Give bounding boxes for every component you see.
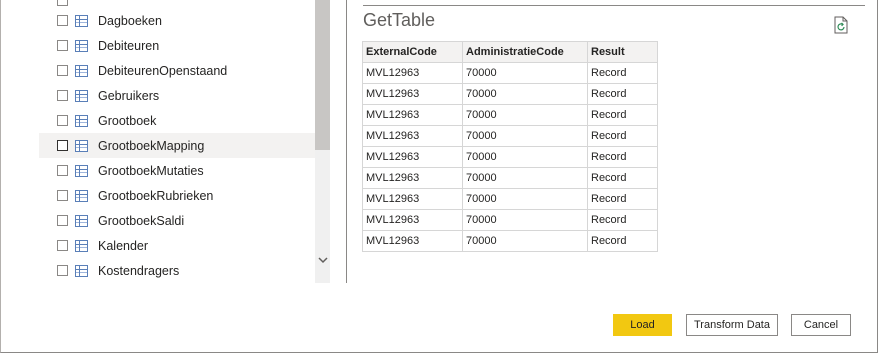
nav-item-debiteuren[interactable]: Debiteuren xyxy=(39,33,315,58)
table-icon xyxy=(75,139,88,152)
nav-item-gebruikers[interactable]: Gebruikers xyxy=(39,83,315,108)
table-row: MVL12963 70000 Record xyxy=(362,209,658,231)
table-cell: MVL12963 xyxy=(362,83,463,105)
table-row: MVL12963 70000 Record xyxy=(362,125,658,147)
table-icon xyxy=(75,14,88,27)
checkbox[interactable] xyxy=(57,265,68,276)
table-cell: 70000 xyxy=(462,146,588,168)
checkbox[interactable] xyxy=(57,140,68,151)
table-icon xyxy=(75,114,88,127)
table-icon xyxy=(75,89,88,102)
table-cell: MVL12963 xyxy=(362,188,463,210)
table-cell: Record xyxy=(587,188,658,210)
nav-item-grootboeksaldi[interactable]: GrootboekSaldi xyxy=(39,208,315,233)
table-cell: Record xyxy=(587,146,658,168)
checkbox[interactable] xyxy=(57,40,68,51)
preview-divider xyxy=(363,5,865,6)
table-cell: 70000 xyxy=(462,83,588,105)
scrollbar-thumb[interactable] xyxy=(315,0,330,150)
table-row: MVL12963 70000 Record xyxy=(362,104,658,126)
table-cell: 70000 xyxy=(462,125,588,147)
checkbox[interactable] xyxy=(57,65,68,76)
table-icon xyxy=(75,264,88,277)
checkbox[interactable] xyxy=(57,15,68,26)
refresh-icon[interactable] xyxy=(833,16,849,34)
table-row: MVL12963 70000 Record xyxy=(362,83,658,105)
chevron-down-icon[interactable] xyxy=(317,254,329,266)
nav-item-label: Kalender xyxy=(98,238,149,253)
navigator-dialog: Dagboeken Debiteuren DebiteurenOpenstaan… xyxy=(0,0,878,353)
table-cell: Record xyxy=(587,125,658,147)
nav-item-grootboekmapping[interactable]: GrootboekMapping xyxy=(39,133,315,158)
nav-item-label: DebiteurenOpenstaand xyxy=(98,63,228,78)
checkbox[interactable] xyxy=(57,215,68,226)
preview-table: ExternalCode AdministratieCode Result MV… xyxy=(362,41,658,252)
table-cell: 70000 xyxy=(462,167,588,189)
table-icon xyxy=(75,164,88,177)
table-cell: 70000 xyxy=(462,62,588,84)
nav-item-label: GrootboekMutaties xyxy=(98,163,204,178)
table-cell: MVL12963 xyxy=(362,125,463,147)
column-header: AdministratieCode xyxy=(462,41,588,63)
table-row: MVL12963 70000 Record xyxy=(362,230,658,252)
table-header-row: ExternalCode AdministratieCode Result xyxy=(362,41,658,63)
nav-item-label: Dagboeken xyxy=(98,13,162,28)
checkbox[interactable] xyxy=(57,0,68,6)
navigator-scrollbar[interactable] xyxy=(315,0,330,283)
table-row: MVL12963 70000 Record xyxy=(362,62,658,84)
table-cell: MVL12963 xyxy=(362,104,463,126)
table-icon xyxy=(75,189,88,202)
nav-item-grootboek[interactable]: Grootboek xyxy=(39,108,315,133)
table-cell: Record xyxy=(587,209,658,231)
checkbox[interactable] xyxy=(57,165,68,176)
table-cell: Record xyxy=(587,167,658,189)
nav-item-kalender[interactable]: Kalender xyxy=(39,233,315,258)
checkbox[interactable] xyxy=(57,190,68,201)
checkbox[interactable] xyxy=(57,240,68,251)
table-icon xyxy=(75,239,88,252)
preview-title: GetTable xyxy=(363,10,436,30)
table-icon xyxy=(75,214,88,227)
table-cell: 70000 xyxy=(462,230,588,252)
table-cell: MVL12963 xyxy=(362,167,463,189)
pane-divider xyxy=(346,0,347,283)
checkbox[interactable] xyxy=(57,115,68,126)
nav-item-label: Grootboek xyxy=(98,113,157,128)
table-row: MVL12963 70000 Record xyxy=(362,188,658,210)
cancel-button[interactable]: Cancel xyxy=(791,314,851,336)
table-cell: Record xyxy=(587,104,658,126)
table-cell: 70000 xyxy=(462,209,588,231)
table-icon xyxy=(75,64,88,77)
table-cell: MVL12963 xyxy=(362,230,463,252)
table-cell: MVL12963 xyxy=(362,62,463,84)
table-cell: 70000 xyxy=(462,104,588,126)
nav-item-label: Gebruikers xyxy=(98,88,160,103)
nav-item-debiteurenopenstaand[interactable]: DebiteurenOpenstaand xyxy=(39,58,315,83)
table-cell: MVL12963 xyxy=(362,209,463,231)
nav-item-kostendragers[interactable]: Kostendragers xyxy=(39,258,315,283)
table-cell: 70000 xyxy=(462,188,588,210)
load-button[interactable]: Load xyxy=(613,314,672,336)
nav-item-label: Kostendragers xyxy=(98,263,180,278)
nav-item-label: Debiteuren xyxy=(98,38,160,53)
transform-data-button[interactable]: Transform Data xyxy=(686,314,778,336)
table-cell: Record xyxy=(587,230,658,252)
table-row: MVL12963 70000 Record xyxy=(362,146,658,168)
nav-item-label: GrootboekMapping xyxy=(98,138,205,153)
table-cell: Record xyxy=(587,62,658,84)
nav-item-label: GrootboekSaldi xyxy=(98,213,185,228)
checkbox[interactable] xyxy=(57,90,68,101)
column-header: Result xyxy=(587,41,658,63)
nav-item-dagboeken[interactable]: Dagboeken xyxy=(39,8,315,33)
column-header: ExternalCode xyxy=(362,41,463,63)
table-icon xyxy=(75,39,88,52)
navigator-list: Dagboeken Debiteuren DebiteurenOpenstaan… xyxy=(39,0,315,283)
nav-item-grootboekrubrieken[interactable]: GrootboekRubrieken xyxy=(39,183,315,208)
table-cell: Record xyxy=(587,83,658,105)
table-row: MVL12963 70000 Record xyxy=(362,167,658,189)
nav-item-grootboekmutaties[interactable]: GrootboekMutaties xyxy=(39,158,315,183)
table-cell: MVL12963 xyxy=(362,146,463,168)
nav-item-label: GrootboekRubrieken xyxy=(98,188,214,203)
